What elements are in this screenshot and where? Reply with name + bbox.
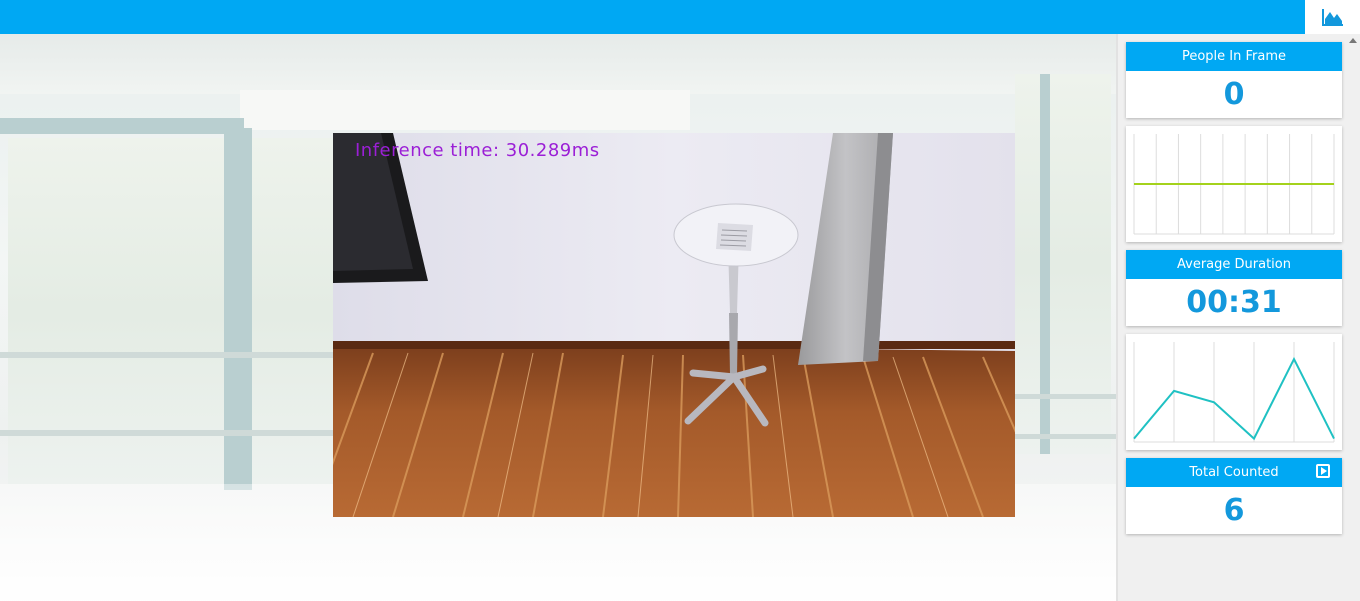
stats-toggle-button[interactable] [1305, 0, 1360, 34]
video-feed: Inference time: 30.289ms [333, 133, 1015, 517]
total-counted-header: Total Counted [1126, 458, 1342, 487]
people-in-frame-card: People In Frame 0 [1126, 42, 1342, 118]
video-frame-image [333, 133, 1015, 517]
inference-time-label: Inference time: 30.289ms [355, 140, 600, 161]
play-icon[interactable] [1316, 464, 1330, 478]
area-chart-icon [1321, 9, 1343, 26]
people-in-frame-value: 0 [1223, 77, 1245, 112]
people-in-frame-title: People In Frame [1126, 42, 1342, 71]
average-duration-title: Average Duration [1126, 250, 1342, 279]
scroll-up-arrow-icon[interactable] [1349, 38, 1357, 43]
total-counted-value: 6 [1223, 493, 1245, 528]
total-counted-card: Total Counted 6 [1126, 458, 1342, 534]
average-duration-card: Average Duration 00:31 [1126, 250, 1342, 326]
duration-chart-card [1126, 334, 1342, 450]
average-duration-chart [1133, 342, 1335, 443]
people-in-frame-chart [1133, 134, 1335, 235]
top-bar [0, 0, 1305, 34]
chart-series-line [1133, 356, 1335, 441]
people-chart-card [1126, 126, 1342, 242]
total-counted-title: Total Counted [1189, 465, 1279, 480]
stats-sidebar[interactable]: People In Frame 0 Average Duration 00:31… [1116, 34, 1360, 601]
average-duration-value: 00:31 [1186, 285, 1282, 320]
